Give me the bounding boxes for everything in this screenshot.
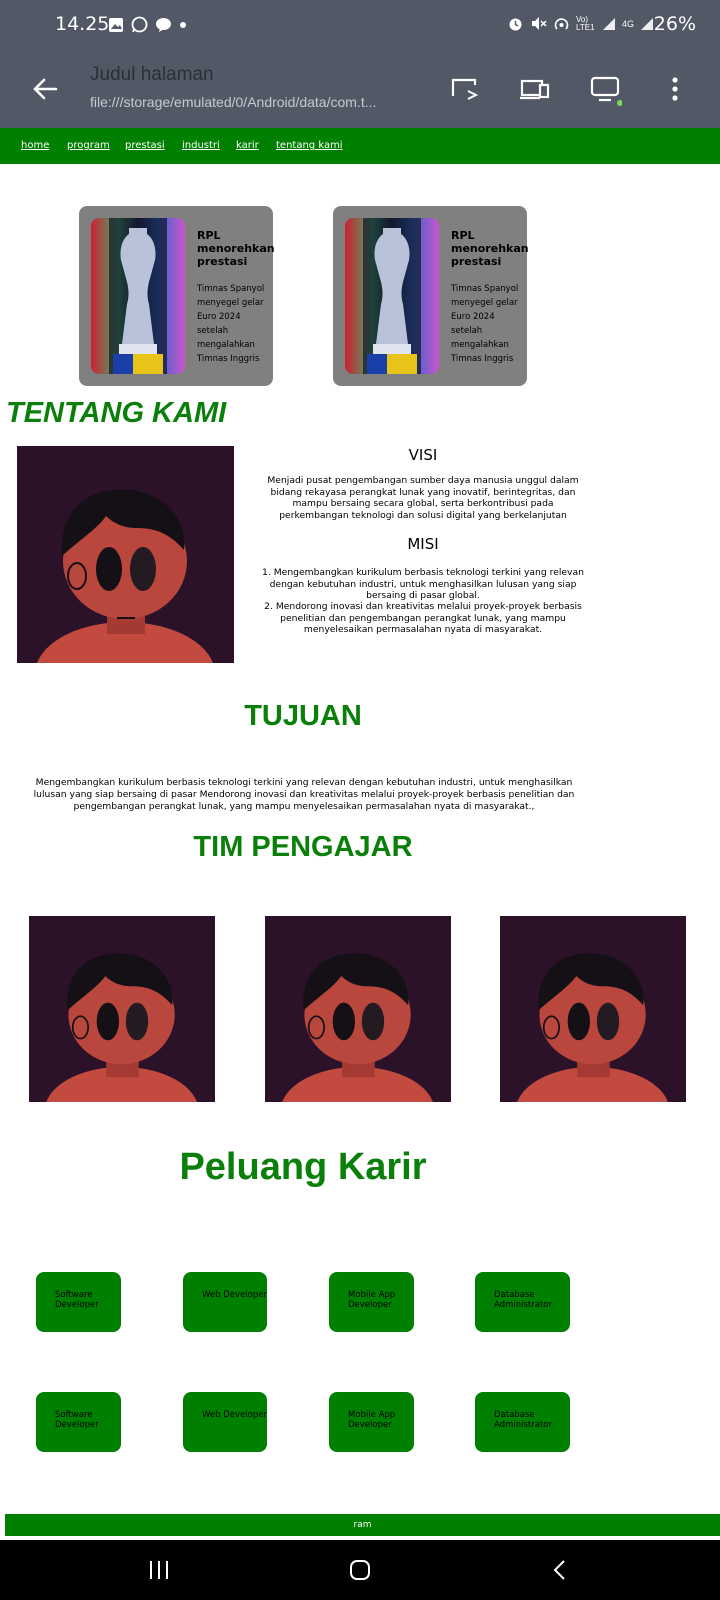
tim-pengajar-heading: TIM PENGAJAR (193, 831, 413, 863)
hotspot-icon (554, 18, 569, 30)
teacher-photo (29, 916, 215, 1102)
dot-icon (180, 21, 186, 28)
tentang-kami-heading: TENTANG KAMI (6, 397, 227, 429)
network-label: 4G (621, 18, 634, 29)
cast-icon[interactable] (448, 72, 482, 106)
desktop-mode-icon[interactable] (588, 72, 622, 106)
teacher-photo (500, 916, 686, 1102)
karir-mobile-app-developer[interactable]: Mobile App Developer (329, 1272, 414, 1332)
card-title: RPL menorehkan prestasi (451, 229, 529, 268)
news-card[interactable]: RPL menorehkan prestasi Timnas Spanyol m… (79, 206, 275, 386)
tujuan-text: Mengembangkan kurikulum berbasis teknolo… (33, 777, 575, 812)
misi-item: 1. Mengembangkan kurikulum berbasis tekn… (262, 567, 584, 601)
news-card[interactable]: RPL menorehkan prestasi Timnas Spanyol m… (333, 206, 529, 386)
trophy-image (91, 218, 185, 374)
system-status-icons: Vo) LTE1 4G (507, 15, 654, 32)
home-icon[interactable] (349, 1559, 371, 1581)
peluang-karir-heading: Peluang Karir (179, 1146, 427, 1188)
site-nav: home program prestasi industri karir ten… (0, 128, 720, 164)
tujuan-heading: TUJUAN (244, 700, 362, 732)
devices-icon[interactable] (518, 72, 552, 106)
nav-link-home[interactable]: home (21, 140, 49, 151)
back-arrow-icon[interactable] (28, 72, 62, 106)
card-text: Timnas Spanyol menyegel gelar Euro 2024 … (451, 284, 519, 364)
status-time: 14.25 (55, 13, 110, 35)
signal-icon (641, 17, 653, 30)
battery-percent: 26% (653, 13, 696, 35)
teacher-photo (265, 916, 451, 1102)
trophy-image (345, 218, 439, 374)
karir-software-developer[interactable]: Software Developer (36, 1272, 121, 1332)
misi-heading: MISI (407, 535, 439, 553)
status-bar: 14.25 Vo) LTE1 4G 26% (0, 0, 720, 50)
chat-icon (156, 17, 171, 32)
alarm-icon (509, 18, 522, 31)
visi-text: Menjadi pusat pengembangan sumber daya m… (267, 475, 579, 521)
misi-item: 2. Mendorong inovasi dan kreativitas mel… (264, 601, 582, 635)
page-url[interactable]: file:///storage/emulated/0/Android/data/… (90, 94, 410, 110)
card-title: RPL menorehkan prestasi (197, 229, 275, 268)
karir-software-developer[interactable]: Software Developer (36, 1392, 121, 1452)
more-vert-icon[interactable] (658, 72, 692, 106)
card-text: Timnas Spanyol menyegel gelar Euro 2024 … (197, 284, 265, 364)
system-navigation-bar (0, 1540, 720, 1600)
signal-icon (602, 17, 615, 30)
page-title: Judul halaman (90, 64, 214, 85)
recent-apps-icon[interactable] (148, 1560, 170, 1580)
nav-link-karir[interactable]: karir (236, 140, 259, 151)
karir-database-administrator[interactable]: Database Administrator (475, 1392, 570, 1452)
karir-web-developer[interactable]: Web Developer (183, 1392, 267, 1452)
karir-web-developer[interactable]: Web Developer (183, 1272, 267, 1332)
about-image (17, 446, 234, 663)
site-footer: ram (5, 1514, 720, 1536)
nav-link-tentang-kami[interactable]: tentang kami (276, 140, 343, 151)
visi-heading: VISI (408, 446, 438, 464)
nav-link-industri[interactable]: industri (182, 140, 220, 151)
browser-toolbar: Judul halaman file:///storage/emulated/0… (0, 50, 720, 128)
image-icon (109, 17, 123, 32)
karir-database-administrator[interactable]: Database Administrator (475, 1272, 570, 1332)
back-icon[interactable] (552, 1559, 568, 1581)
mute-icon (531, 17, 547, 30)
whatsapp-icon (131, 16, 148, 33)
nav-link-prestasi[interactable]: prestasi (125, 140, 165, 151)
volte-label: Vo) LTE1 (575, 14, 595, 32)
nav-link-program[interactable]: program (67, 140, 110, 151)
notification-icons (108, 16, 187, 33)
karir-mobile-app-developer[interactable]: Mobile App Developer (329, 1392, 414, 1452)
